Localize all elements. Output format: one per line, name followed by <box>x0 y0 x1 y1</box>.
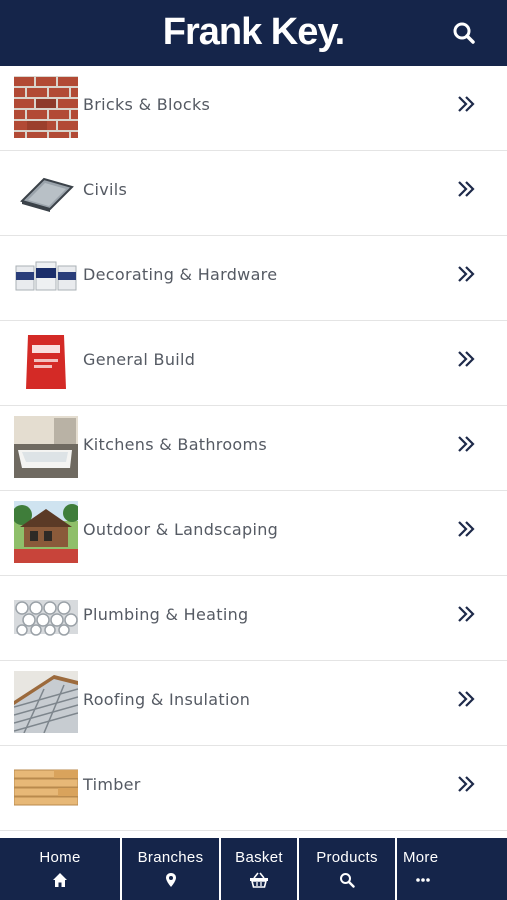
category-row-bricks-blocks[interactable]: Bricks & Blocks <box>0 66 507 151</box>
category-row-decorating-hardware[interactable]: Decorating & Hardware <box>0 236 507 321</box>
category-label: Roofing & Insulation <box>83 690 251 709</box>
more-icon <box>416 878 430 882</box>
cement-bag-image <box>14 331 78 393</box>
search-icon <box>453 22 475 44</box>
category-row-roofing-insulation[interactable]: Roofing & Insulation <box>0 661 507 746</box>
nav-label: Basket <box>235 849 283 866</box>
nav-home[interactable]: Home <box>0 838 122 900</box>
category-label: Bricks & Blocks <box>83 95 211 114</box>
roof-image <box>14 671 78 733</box>
nav-label: Branches <box>137 849 204 866</box>
category-label: Plumbing & Heating <box>83 605 249 624</box>
double-chevron-right-icon <box>458 266 475 282</box>
category-row-plumbing-heating[interactable]: Plumbing & Heating <box>0 576 507 661</box>
nav-label: More <box>403 849 439 866</box>
basket-icon <box>250 872 268 888</box>
category-label: Kitchens & Bathrooms <box>83 435 268 454</box>
manhole-cover-image <box>14 161 78 223</box>
category-label: Outdoor & Landscaping <box>83 520 279 539</box>
map-marker-icon <box>165 873 176 887</box>
bricks-image <box>14 76 78 138</box>
nav-more[interactable]: More <box>397 838 507 900</box>
double-chevron-right-icon <box>458 691 475 707</box>
category-label: General Build <box>83 350 196 369</box>
search-button[interactable] <box>451 20 477 46</box>
pipes-image <box>14 586 78 648</box>
nav-label: Home <box>39 849 81 866</box>
category-row-general-build[interactable]: General Build <box>0 321 507 406</box>
garden-building-image <box>14 501 78 563</box>
timber-image <box>14 756 78 818</box>
category-row-outdoor-landscaping[interactable]: Outdoor & Landscaping <box>0 491 507 576</box>
double-chevron-right-icon <box>458 606 475 622</box>
search-icon <box>340 873 355 888</box>
double-chevron-right-icon <box>458 181 475 197</box>
category-list: Bricks & Blocks Civils Decorating & Hard… <box>0 66 507 831</box>
category-row-timber[interactable]: Timber <box>0 746 507 831</box>
double-chevron-right-icon <box>458 351 475 367</box>
double-chevron-right-icon <box>458 96 475 112</box>
double-chevron-right-icon <box>458 521 475 537</box>
bottom-navigation: Home Branches Basket Products More <box>0 838 507 900</box>
brand-logo[interactable]: Frank Key. <box>0 10 507 54</box>
nav-basket[interactable]: Basket <box>221 838 299 900</box>
nav-products[interactable]: Products <box>299 838 397 900</box>
category-label: Decorating & Hardware <box>83 265 278 284</box>
bathtub-image <box>14 416 78 478</box>
paint-tins-image <box>14 246 78 308</box>
double-chevron-right-icon <box>458 436 475 452</box>
category-row-civils[interactable]: Civils <box>0 151 507 236</box>
nav-label: Products <box>316 849 378 866</box>
home-icon <box>53 873 67 887</box>
category-label: Civils <box>83 180 128 199</box>
double-chevron-right-icon <box>458 776 475 792</box>
app-header: Frank Key. <box>0 0 507 66</box>
category-row-kitchens-bathrooms[interactable]: Kitchens & Bathrooms <box>0 406 507 491</box>
category-label: Timber <box>83 775 141 794</box>
app-root: Frank Key. Bricks & Blocks Civils Decora… <box>0 0 507 900</box>
nav-branches[interactable]: Branches <box>122 838 221 900</box>
